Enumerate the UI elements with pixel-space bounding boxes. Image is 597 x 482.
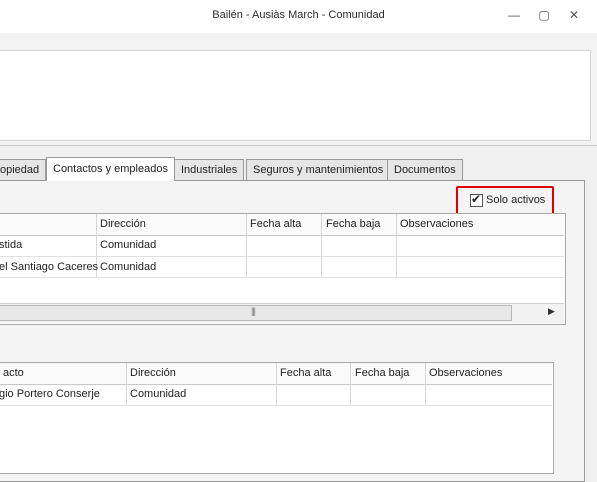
cell-contact: stida: [0, 239, 23, 251]
column-header[interactable]: [0, 214, 95, 235]
tab-industriales[interactable]: Industriales: [174, 159, 245, 180]
tab-contactos-y-empleados[interactable]: Contactos y empleados: [46, 157, 175, 181]
tab-documentos[interactable]: Documentos: [387, 159, 463, 180]
tab-seguros-y-mantenimientos[interactable]: Seguros y mantenimientos: [246, 159, 391, 180]
ribbon-panel: [0, 50, 591, 141]
check-icon: ✔: [471, 192, 482, 206]
column-header-direccion[interactable]: Dirección: [127, 363, 274, 384]
title-bar: Bailén - Ausiàs March - Comunidad — ▢ ✕: [0, 0, 597, 33]
column-header-direccion[interactable]: Dirección: [97, 214, 244, 235]
close-button[interactable]: ✕: [563, 6, 585, 24]
column-header-fecha-alta[interactable]: Fecha alta: [277, 363, 350, 384]
minimize-button[interactable]: —: [503, 6, 525, 24]
cell-contact: gio Portero Conserje: [0, 388, 100, 400]
scrollbar-thumb[interactable]: [0, 305, 512, 321]
scroll-grip-icon: |||: [251, 306, 256, 316]
cell-direccion: Comunidad: [100, 261, 157, 273]
tab-propiedad[interactable]: opiedad: [0, 159, 47, 180]
column-header-observaciones[interactable]: Observaciones: [397, 214, 560, 235]
solo-activos-checkbox[interactable]: ✔: [470, 192, 483, 207]
solo-activos-label[interactable]: Solo activos: [486, 194, 545, 206]
column-header-contacto[interactable]: acto: [0, 363, 123, 384]
scroll-right-icon[interactable]: ▶: [548, 306, 555, 317]
cell-direccion: Comunidad: [100, 239, 157, 251]
maximize-button[interactable]: ▢: [533, 6, 555, 24]
column-header-fecha-baja[interactable]: Fecha baja: [352, 363, 425, 384]
column-header-observaciones[interactable]: Observaciones: [426, 363, 549, 384]
cell-direccion: Comunidad: [130, 388, 187, 400]
column-header-fecha-alta[interactable]: Fecha alta: [247, 214, 320, 235]
cell-contact: el Santiago Caceres: [0, 261, 98, 273]
column-header-fecha-baja[interactable]: Fecha baja: [323, 214, 396, 235]
